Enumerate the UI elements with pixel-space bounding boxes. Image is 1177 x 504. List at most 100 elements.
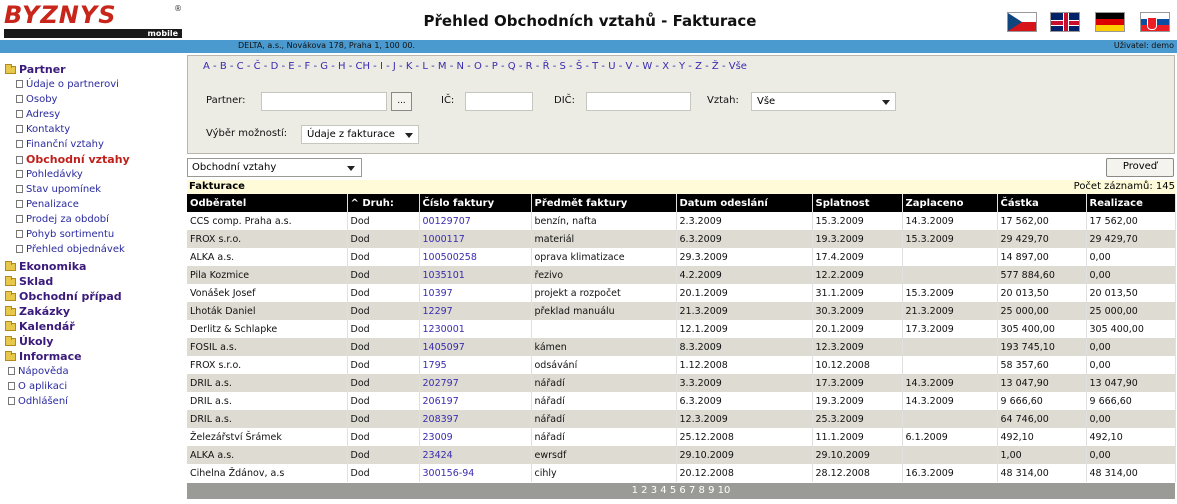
alphabet-letter-link[interactable]: A [203,61,210,72]
table-row[interactable]: Cihelna Ždánov, a.s Dod 300156-94 cihly 20.1… [187,464,1176,482]
alphabet-letter-link[interactable]: Ž [712,61,719,72]
alphabet-letter-link[interactable]: W [642,61,652,72]
invoice-number-link[interactable]: 206197 [419,392,532,410]
page-link[interactable]: 10 [718,485,731,496]
sidebar-folder-obchodni-pripad[interactable]: Obchodní případ [5,289,122,304]
table-row[interactable]: Lhoták Daniel Dod 12297 překlad manuálu 21.3… [187,302,1176,320]
table-row[interactable]: FOSIL a.s. Dod 1405097 kámen 8.3.2009 12.3.20… [187,338,1176,356]
sidebar-folder-informace[interactable]: Informace [5,349,82,364]
sidebar-item-prodej-za-obdobi[interactable]: Prodej za období [16,212,109,227]
alphabet-letter-link[interactable]: Q [508,61,516,72]
sidebar-item-pohledavky[interactable]: Pohledávky [16,167,83,182]
column-header[interactable]: Předmět faktury [531,194,677,212]
page-link[interactable]: 9 [708,485,714,496]
alphabet-letter-link[interactable]: C [237,61,244,72]
invoice-number-link[interactable]: 202797 [419,374,532,392]
invoice-number-link[interactable]: 1405097 [419,338,532,356]
sidebar-folder-zakazky[interactable]: Zakázky [5,304,70,319]
partner-browse-button[interactable]: ... [391,92,412,111]
invoice-number-link[interactable]: 208397 [419,410,532,428]
sidebar-item-udaje-o-partnerovi[interactable]: Údaje o partnerovi [16,77,119,92]
sidebar-folder-partner[interactable]: Partner [5,62,66,77]
invoice-number-link[interactable]: 300156-94 [419,464,532,482]
run-button[interactable]: Proveď [1106,158,1174,177]
sidebar-item-financni-vztahy[interactable]: Finanční vztahy [16,137,104,152]
invoice-number-link[interactable]: 12297 [419,302,532,320]
vztah-select[interactable]: Vše [751,92,896,111]
alphabet-letter-link[interactable]: B [220,61,227,72]
sidebar-item-stav-upominek[interactable]: Stav upomínek [16,182,101,197]
column-header[interactable]: Číslo faktury [419,194,532,212]
page-link[interactable]: 2 [641,485,647,496]
table-row[interactable]: Železářství Šrámek Dod 23009 nářadí 25.12.20… [187,428,1176,446]
sidebar-item-napoveda[interactable]: Nápověda [8,364,69,379]
column-header[interactable]: Částka [997,194,1087,212]
alphabet-letter-link[interactable]: CH [355,61,370,72]
dic-input[interactable] [586,92,691,111]
alphabet-letter-link[interactable]: N [457,61,464,72]
alphabet-letter-link[interactable]: O [474,61,482,72]
sidebar-item-prehled-objednavek[interactable]: Přehled objednávek [16,242,125,257]
uk-flag-icon[interactable] [1050,12,1080,32]
page-link[interactable]: 1 [632,485,638,496]
table-row[interactable]: Pila Kozmice Dod 1035101 řezivo 4.2.2009 12.2… [187,266,1176,284]
invoice-number-link[interactable]: 10397 [419,284,532,302]
invoice-number-link[interactable]: 1795 [419,356,532,374]
alphabet-letter-link[interactable]: Z [695,61,702,72]
page-link[interactable]: 3 [651,485,657,496]
alphabet-letter-link[interactable]: M [438,61,447,72]
invoice-number-link[interactable]: 1230001 [419,320,532,338]
alphabet-letter-link[interactable]: Ř [543,61,550,72]
column-header[interactable]: Datum odeslání [676,194,813,212]
ic-input[interactable] [465,92,533,111]
invoice-number-link[interactable]: 23424 [419,446,532,464]
table-row[interactable]: FROX s.r.o. Dod 1795 odsávání 1.12.2008 10.12… [187,356,1176,374]
table-row[interactable]: DRIL a.s. Dod 206197 nářadí 6.3.2009 19.3.200… [187,392,1176,410]
de-flag-icon[interactable] [1095,12,1125,32]
table-row[interactable]: Derlitz & Schlapke Dod 1230001 12.1.2009 20.… [187,320,1176,338]
table-row[interactable]: Vonášek Josef Dod 10397 projekt a rozpočet 2… [187,284,1176,302]
page-link[interactable]: 6 [679,485,685,496]
table-row[interactable]: DRIL a.s. Dod 208397 nářadí 12.3.2009 25.3.20… [187,410,1176,428]
table-row[interactable]: CCS comp. Praha a.s. Dod 00129707 benzín, n… [187,212,1176,230]
sidebar-item-pohyb-sortimentu[interactable]: Pohyb sortimentu [16,227,114,242]
invoice-number-link[interactable]: 100500258 [419,248,532,266]
sidebar-folder-ukoly[interactable]: Úkoly [5,334,53,349]
sidebar-item-obchodni-vztahy[interactable]: Obchodní vztahy [16,152,130,167]
table-row[interactable]: ALKA a.s. Dod 100500258 oprava klimatizace 2… [187,248,1176,266]
sidebar-item-osoby[interactable]: Osoby [16,92,57,107]
alphabet-letter-link[interactable]: Č [254,61,261,72]
page-link[interactable]: 8 [699,485,705,496]
sk-flag-icon[interactable] [1140,12,1170,32]
column-header[interactable]: Zaplaceno [902,194,998,212]
sidebar-folder-ekonomika[interactable]: Ekonomika [5,259,86,274]
table-row[interactable]: FROX s.r.o. Dod 1000117 materiál 6.3.2009 19.… [187,230,1176,248]
invoice-number-link[interactable]: 00129707 [419,212,532,230]
table-row[interactable]: DRIL a.s. Dod 202797 nářadí 3.3.2009 17.3.200… [187,374,1176,392]
column-header[interactable]: Realizace [1086,194,1176,212]
column-header[interactable]: Odběratel [187,194,348,212]
invoice-number-link[interactable]: 23009 [419,428,532,446]
invoice-number-link[interactable]: 1035101 [419,266,532,284]
byznys-logo[interactable]: BYZNYS ® mobile [4,2,184,38]
cz-flag-icon[interactable] [1007,12,1037,32]
alphabet-letter-link[interactable]: H [338,61,346,72]
column-header[interactable]: ^ Druh: [347,194,420,212]
partner-input[interactable] [261,92,387,111]
alphabet-letter-link[interactable]: G [320,61,328,72]
alphabet-letter-link[interactable]: Vše [729,61,747,72]
alphabet-letter-link[interactable]: U [608,61,615,72]
sidebar-item-adresy[interactable]: Adresy [16,107,60,122]
page-link[interactable]: 5 [670,485,676,496]
sidebar-item-kontakty[interactable]: Kontakty [16,122,70,137]
column-header[interactable]: Splatnost [812,194,903,212]
sidebar-item-odhlaseni[interactable]: Odhlášení [8,394,68,409]
table-row[interactable]: ALKA a.s. Dod 23424 ewrsdf 29.10.2009 29.10.2… [187,446,1176,464]
sidebar-item-o-aplikaci[interactable]: O aplikaci [8,379,67,394]
options-select[interactable]: Údaje z fakturace [301,125,419,144]
alphabet-letter-link[interactable]: R [526,61,533,72]
sidebar-item-penalizace[interactable]: Penalizace [16,197,79,212]
sidebar-folder-kalendar[interactable]: Kalendář [5,319,75,334]
sidebar-folder-sklad[interactable]: Sklad [5,274,53,289]
page-link[interactable]: 4 [660,485,666,496]
